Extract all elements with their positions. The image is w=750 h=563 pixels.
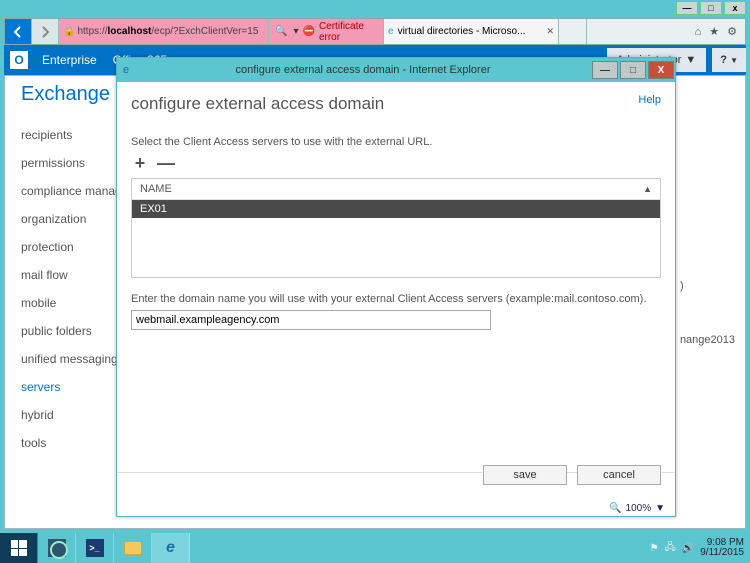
url-protocol: https:// <box>77 26 107 37</box>
cert-error-text[interactable]: Certificate error <box>319 21 383 43</box>
url-path: /ecp/?ExchClientVer=15 <box>151 26 258 37</box>
start-button[interactable] <box>0 533 38 563</box>
external-domain-input[interactable] <box>131 310 491 330</box>
system-tray[interactable]: ⚑ 🖧 🔊 9:08 PM 9/11/2015 <box>644 533 750 563</box>
tenant-label[interactable]: Enterprise <box>34 53 105 67</box>
caret-down-icon: ▼ <box>685 54 696 66</box>
tab-close-icon[interactable]: ✕ <box>546 26 554 37</box>
search-icon[interactable]: 🔍 <box>269 26 293 37</box>
table-row[interactable]: EX01 <box>132 200 660 218</box>
cert-error-icon[interactable]: ⛔ <box>302 26 314 37</box>
instruction-select-servers: Select the Client Access servers to use … <box>131 136 661 148</box>
save-button[interactable]: save <box>483 465 567 485</box>
arrow-right-icon <box>38 25 52 39</box>
sound-icon[interactable]: 🔊 <box>682 543 694 554</box>
address-bar-caps: 🔍 ▾ ⛔ Certificate error <box>269 19 384 44</box>
zoom-level: 100% <box>626 503 652 514</box>
action-center-icon[interactable]: ⚑ <box>650 543 659 554</box>
ie-icon: e <box>388 26 394 37</box>
window-close-button[interactable]: x <box>724 1 746 15</box>
caret-down-icon[interactable]: ▼ <box>655 503 665 514</box>
server-manager-button[interactable] <box>38 533 76 563</box>
home-icon[interactable]: ⌂ <box>695 26 702 38</box>
tools-icon[interactable]: ⚙ <box>727 25 737 38</box>
nav-forward-button[interactable] <box>32 19 59 44</box>
window-titlebar: — □ x <box>0 0 750 18</box>
url-host: localhost <box>107 26 151 37</box>
clock[interactable]: 9:08 PM 9/11/2015 <box>700 538 744 559</box>
remnant-a: ) <box>680 280 735 292</box>
new-tab-button[interactable] <box>559 19 587 44</box>
zoom-control[interactable]: 🔍 100% ▼ <box>609 503 665 514</box>
ie-icon: e <box>166 539 175 557</box>
dialog-maximize-button[interactable]: □ <box>620 61 646 79</box>
zoom-icon: 🔍 <box>609 503 621 514</box>
nav-back-button[interactable] <box>5 19 32 44</box>
help-icon: ? <box>720 54 727 66</box>
ie-icon: e <box>117 64 135 76</box>
sort-indicator-icon[interactable]: ▲ <box>643 184 652 194</box>
help-menu[interactable]: ? ▼ <box>712 48 746 72</box>
taskbar: >_ e ⚑ 🖧 🔊 9:08 PM 9/11/2015 <box>0 533 750 563</box>
powershell-button[interactable]: >_ <box>76 533 114 563</box>
powershell-icon: >_ <box>86 539 104 557</box>
configure-external-domain-dialog: e configure external access domain - Int… <box>116 57 676 517</box>
dialog-titlebar[interactable]: e configure external access domain - Int… <box>117 58 675 82</box>
dialog-minimize-button[interactable]: — <box>592 61 618 79</box>
add-server-button[interactable]: + <box>131 154 149 172</box>
window-minimize-button[interactable]: — <box>676 1 698 15</box>
remnant-b: nange2013 <box>680 334 735 346</box>
explorer-button[interactable] <box>114 533 152 563</box>
cancel-button[interactable]: cancel <box>577 465 661 485</box>
servers-table: NAME ▲ EX01 <box>131 178 661 278</box>
table-header[interactable]: NAME ▲ <box>132 179 660 200</box>
server-manager-icon <box>48 539 66 557</box>
dialog-close-button[interactable]: X <box>648 61 674 79</box>
window-maximize-button[interactable]: □ <box>700 1 722 15</box>
dialog-help-link[interactable]: Help <box>638 94 661 106</box>
instruction-domain: Enter the domain name you will use with … <box>131 292 661 306</box>
dialog-heading: configure external access domain <box>131 94 661 114</box>
ie-taskbar-button[interactable]: e <box>152 533 190 563</box>
network-icon[interactable]: 🖧 <box>665 540 676 557</box>
tab-title: virtual directories - Microso... <box>398 26 526 37</box>
office-app-icon[interactable]: O <box>10 51 28 69</box>
address-bar[interactable]: 🔒 https://localhost/ecp/?ExchClientVer=1… <box>59 19 269 44</box>
tray-date: 9/11/2015 <box>700 548 744 559</box>
folder-icon <box>124 541 142 555</box>
obscured-content: ) nange2013 <box>680 276 735 350</box>
browser-tab[interactable]: e virtual directories - Microso... ✕ <box>384 19 559 44</box>
caret-down-icon: ▼ <box>730 56 738 65</box>
lock-icon: 🔒 <box>63 26 75 37</box>
arrow-left-icon <box>11 25 25 39</box>
dialog-footer: save cancel <box>117 472 675 496</box>
dialog-window-title: configure external access domain - Inter… <box>135 64 591 76</box>
col-name: NAME <box>140 183 172 195</box>
windows-logo-icon <box>11 540 27 556</box>
favorites-icon[interactable]: ★ <box>709 25 719 38</box>
remove-server-button[interactable]: — <box>157 154 175 172</box>
